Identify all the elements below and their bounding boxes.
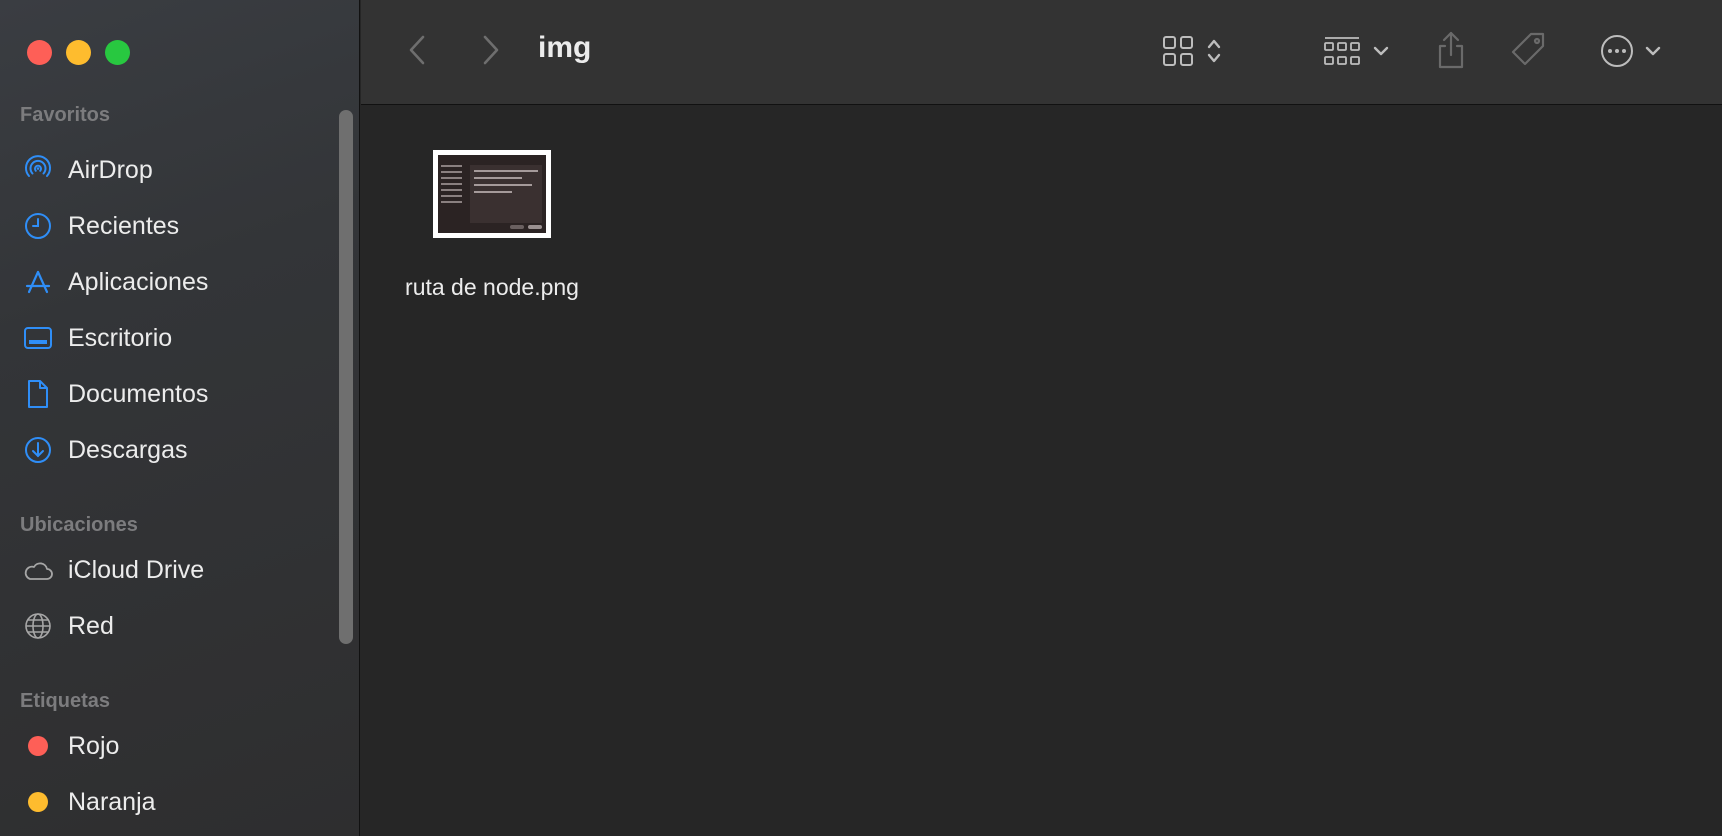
tag-dot-icon: [22, 786, 54, 818]
finder-window: Favoritos AirDrop Recientes Aplicaciones…: [0, 0, 1722, 836]
download-icon: [22, 434, 54, 466]
ellipsis-circle-icon: [1601, 35, 1633, 67]
sidebar-item-descargas[interactable]: Descargas: [22, 430, 322, 470]
chevron-right-icon: [483, 35, 499, 65]
more-actions-button[interactable]: [1594, 30, 1666, 72]
sidebar-item-escritorio[interactable]: Escritorio: [22, 318, 322, 358]
airdrop-icon: [22, 154, 54, 186]
sidebar-item-recientes[interactable]: Recientes: [22, 206, 322, 246]
section-title-locations: Ubicaciones: [20, 514, 138, 536]
chevron-down-icon: [1645, 46, 1661, 56]
sidebar-item-label: Aplicaciones: [68, 267, 209, 296]
sidebar-item-naranja[interactable]: Naranja: [22, 782, 322, 822]
minimize-button[interactable]: [66, 40, 91, 65]
sidebar-item-red[interactable]: Red: [22, 606, 322, 646]
sidebar-item-airdrop[interactable]: AirDrop: [22, 150, 322, 190]
sidebar-item-label: Documentos: [68, 379, 209, 408]
sidebar-item-label: iCloud Drive: [68, 555, 205, 584]
sidebar-item-label: AirDrop: [68, 155, 153, 184]
zoom-button[interactable]: [105, 40, 130, 65]
tag-dot-icon: [22, 730, 54, 762]
close-button[interactable]: [27, 40, 52, 65]
chevron-down-icon: [1373, 46, 1389, 56]
sidebar-item-label: Escritorio: [68, 323, 173, 352]
sidebar-item-rojo[interactable]: Rojo: [22, 726, 322, 766]
desktop-icon: [22, 322, 54, 354]
share-icon: [1438, 31, 1464, 69]
sidebar-item-label: Red: [68, 611, 114, 640]
group-grid-icon: [1324, 37, 1360, 65]
forward-button[interactable]: [476, 32, 506, 68]
sidebar-scrollbar[interactable]: [339, 110, 353, 644]
sidebar-item-aplicaciones[interactable]: Aplicaciones: [22, 262, 322, 302]
file-browser-content: [361, 105, 1722, 836]
tag-button[interactable]: [1508, 28, 1550, 72]
chevron-updown-icon: [1207, 39, 1221, 63]
file-name-label[interactable]: ruta de node.png: [382, 274, 602, 301]
icon-grid-icon: [1163, 36, 1193, 66]
sidebar: Favoritos AirDrop Recientes Aplicaciones…: [0, 0, 360, 836]
section-title-tags: Etiquetas: [20, 690, 111, 712]
view-mode-button[interactable]: [1156, 30, 1228, 72]
chevron-left-icon: [409, 35, 425, 65]
document-icon: [22, 378, 54, 410]
share-button[interactable]: [1434, 28, 1468, 72]
sidebar-item-label: Recientes: [68, 211, 180, 240]
back-button[interactable]: [402, 32, 432, 68]
window-controls: [27, 40, 130, 65]
file-thumbnail[interactable]: [433, 150, 551, 238]
sidebar-item-label: Descargas: [68, 435, 188, 464]
cloud-icon: [22, 554, 54, 586]
tag-icon: [1511, 32, 1545, 66]
window-title: img: [538, 31, 592, 64]
section-title-favorites: Favoritos: [20, 104, 111, 126]
sidebar-item-label: Naranja: [68, 787, 156, 816]
applications-icon: [22, 266, 54, 298]
screenshot-preview-icon: [438, 155, 546, 233]
sidebar-item-label: Rojo: [68, 731, 120, 760]
sidebar-item-documentos[interactable]: Documentos: [22, 374, 322, 414]
clock-icon: [22, 210, 54, 242]
group-button[interactable]: [1318, 30, 1394, 72]
globe-icon: [22, 610, 54, 642]
sidebar-item-icloud-drive[interactable]: iCloud Drive: [22, 550, 322, 590]
